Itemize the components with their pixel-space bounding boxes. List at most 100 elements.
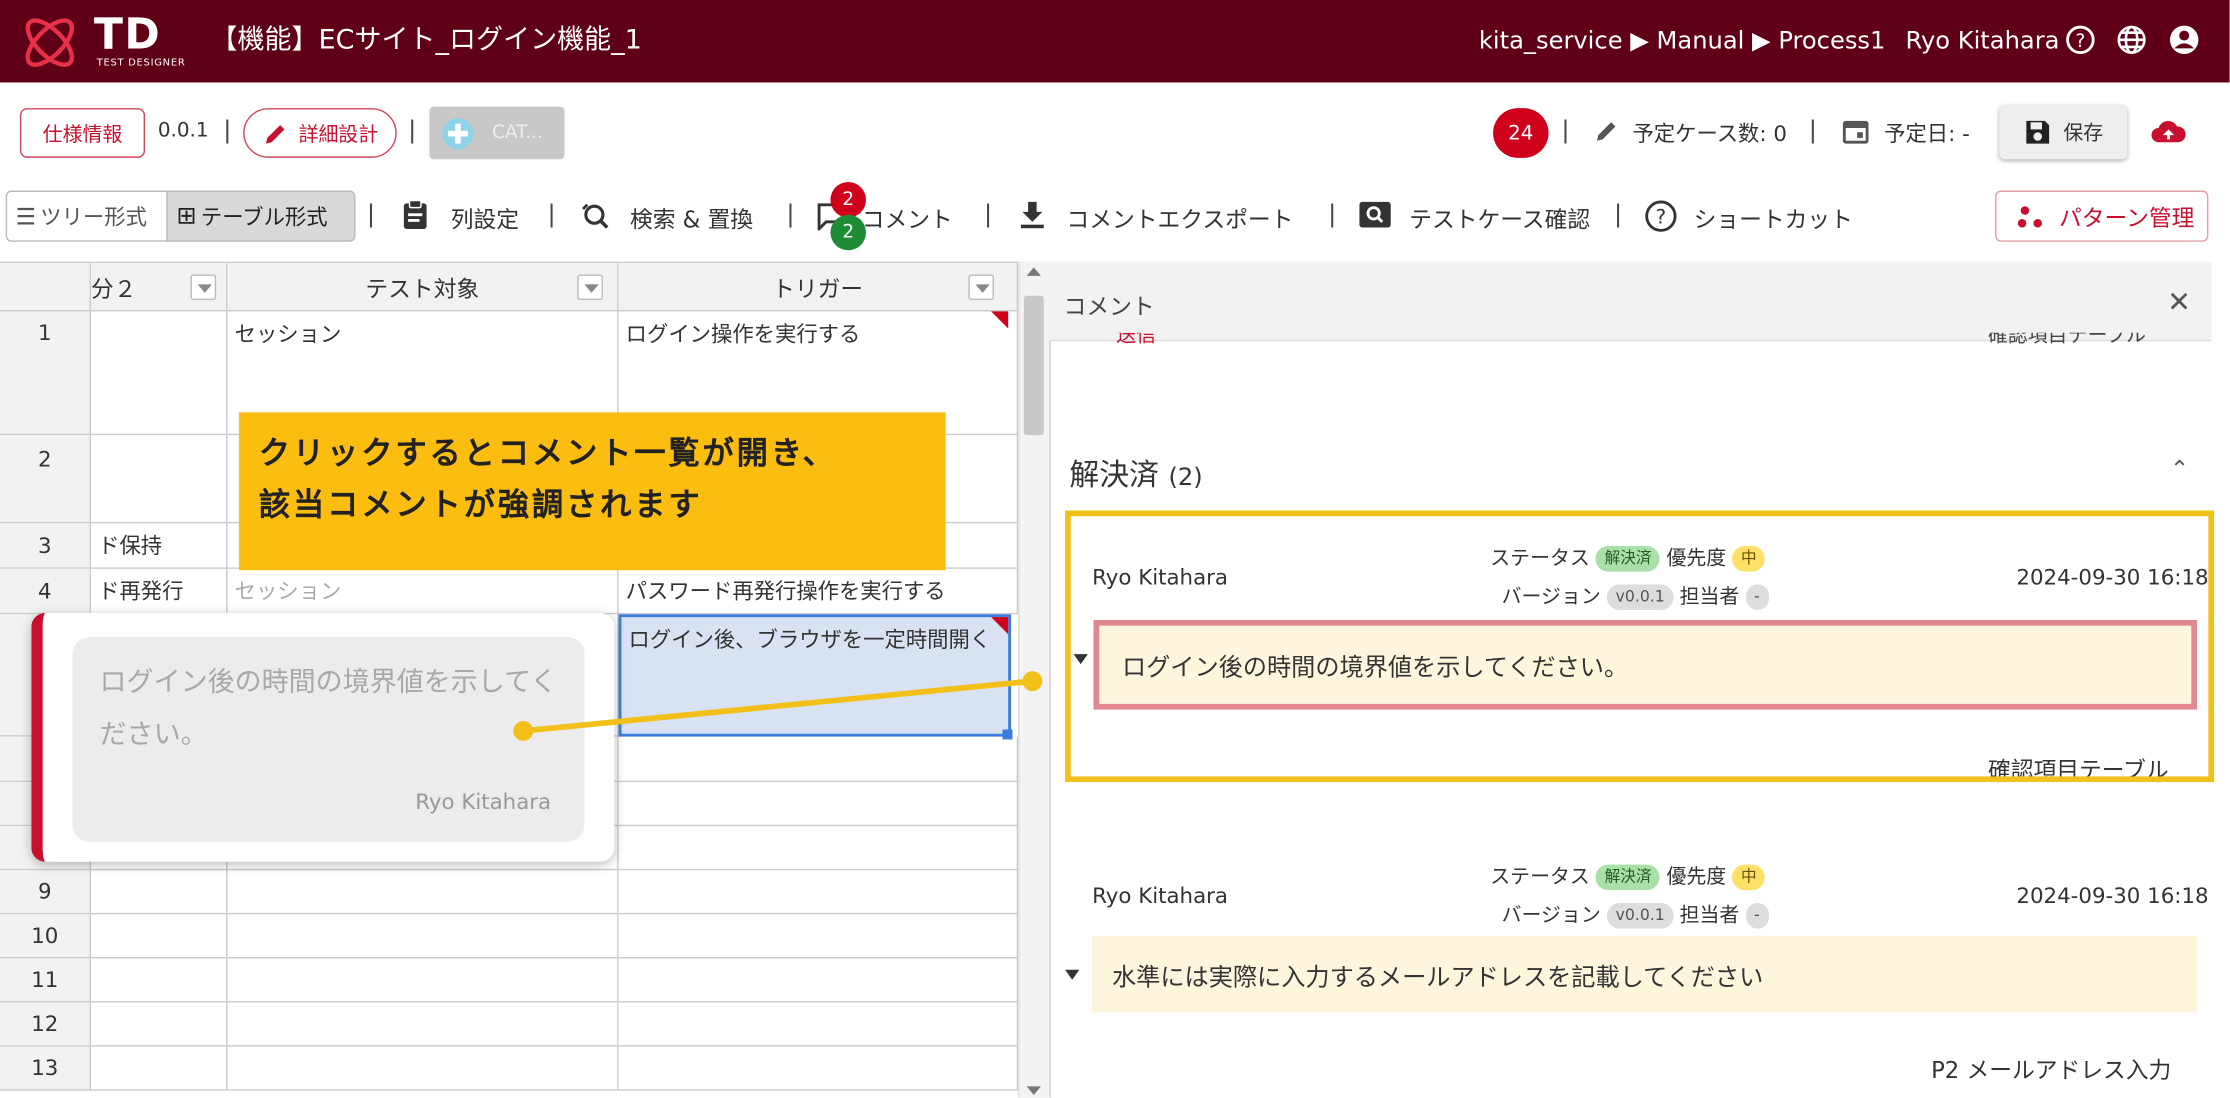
- table-cell[interactable]: [91, 1046, 228, 1091]
- column-settings-button[interactable]: 列設定: [451, 201, 519, 235]
- row-number[interactable]: 9: [0, 870, 92, 915]
- help-icon[interactable]: ?: [2063, 23, 2097, 57]
- separator: |: [984, 200, 993, 229]
- comment-button[interactable]: コメント: [862, 201, 953, 235]
- table-cell[interactable]: [618, 1046, 1019, 1091]
- callout-line: 該当コメントが強調されます: [258, 487, 703, 524]
- detail-design-label: 詳細設計: [298, 123, 379, 146]
- table-cell[interactable]: [227, 958, 619, 1003]
- table-cell[interactable]: [618, 958, 1019, 1003]
- close-icon[interactable]: ✕: [2167, 284, 2191, 318]
- table-cell[interactable]: [618, 914, 1019, 959]
- help-circle-icon: ?: [1645, 200, 1677, 232]
- list-icon: ☰: [15, 202, 37, 230]
- tree-view-label: ツリー形式: [40, 204, 147, 230]
- assignee-badge[interactable]: -: [1745, 902, 1769, 929]
- table-cell[interactable]: [618, 782, 1019, 827]
- filter-icon[interactable]: [968, 274, 994, 301]
- user-name[interactable]: Ryo Kitahara: [1905, 26, 2059, 57]
- table-cell[interactable]: パスワード再発行操作を実行する: [618, 568, 1019, 615]
- detail-design-button[interactable]: 詳細設計: [243, 108, 397, 158]
- count-badge[interactable]: 24: [1493, 108, 1549, 158]
- expand-caret-icon[interactable]: [1065, 969, 1080, 980]
- floppy-icon: [2026, 120, 2050, 144]
- status-badge[interactable]: 解決済: [1596, 864, 1661, 891]
- scroll-down-arrow-icon[interactable]: [1026, 1086, 1041, 1095]
- save-button[interactable]: 保存: [1999, 105, 2128, 160]
- table-cell[interactable]: [227, 870, 619, 915]
- filter-icon[interactable]: [577, 274, 603, 301]
- column-header[interactable]: トリガー: [618, 263, 1019, 312]
- comment-target[interactable]: P2 メールアドレス入力: [1931, 1051, 2171, 1085]
- planned-cases: 予定ケース数: 0: [1632, 120, 1787, 147]
- row-number[interactable]: 4: [0, 568, 92, 615]
- svg-text:?: ?: [1656, 205, 1667, 228]
- pattern-manage-button[interactable]: パターン管理: [1995, 190, 2209, 242]
- table-cell[interactable]: [618, 870, 1019, 915]
- callout-line: クリックするとコメント一覧が開き、: [258, 436, 837, 473]
- column-header[interactable]: 分２: [91, 263, 228, 312]
- corner-header: [0, 263, 92, 312]
- table-cell[interactable]: [618, 1002, 1019, 1047]
- separator: |: [223, 116, 232, 146]
- comment-tooltip-author: Ryo Kitahara: [415, 789, 552, 815]
- column-header-label: 分２: [91, 275, 137, 303]
- globe-icon[interactable]: [2115, 23, 2149, 57]
- pattern-icon: [2017, 206, 2042, 228]
- cloud-upload-icon[interactable]: [2150, 114, 2187, 151]
- tree-view-button[interactable]: ☰ ツリー形式: [5, 190, 168, 242]
- annotation-callout: クリックするとコメント一覧が開き、 該当コメントが強調されます: [238, 412, 946, 571]
- testcase-check-button[interactable]: テストケース確認: [1409, 201, 1590, 235]
- filter-icon[interactable]: [190, 274, 217, 301]
- logo-subtext: TEST DESIGNER: [96, 56, 186, 69]
- comment-export-button[interactable]: コメントエクスポート: [1067, 201, 1294, 235]
- section-title[interactable]: 解決済 (2): [1069, 452, 1202, 495]
- breadcrumb[interactable]: kita_service ▶ Manual ▶ Process1: [1479, 26, 1886, 57]
- table-cell[interactable]: [91, 958, 228, 1003]
- comment-body[interactable]: 水準には実際に入力するメールアドレスを記載してください: [1092, 935, 2197, 1013]
- table-cell[interactable]: ド保持: [91, 523, 228, 569]
- priority-badge[interactable]: 中: [1732, 864, 1766, 891]
- column-header[interactable]: テスト対象: [227, 263, 619, 312]
- account-icon[interactable]: [2167, 23, 2201, 57]
- table-cell[interactable]: [91, 914, 228, 959]
- app-window: TD TEST DESIGNER 【機能】ECサイト_ログイン機能_1 kita…: [0, 0, 2230, 1098]
- row-number[interactable]: 10: [0, 914, 92, 959]
- table-cell[interactable]: [227, 1046, 619, 1091]
- comment-open-badge: 2: [830, 182, 866, 218]
- spec-info-button[interactable]: 仕様情報: [19, 108, 146, 158]
- download-icon: [1020, 201, 1044, 229]
- shortcut-button[interactable]: ショートカット: [1694, 201, 1853, 235]
- table-cell[interactable]: ド再発行: [91, 568, 228, 615]
- comment-date: 2024-09-30 16:18: [2016, 883, 2209, 909]
- table-cell[interactable]: [227, 914, 619, 959]
- comment-tooltip-text: ログイン後の時間の境界値を示してください。: [99, 666, 558, 751]
- table-cell[interactable]: [91, 311, 228, 436]
- table-cell[interactable]: [91, 435, 228, 524]
- row-number[interactable]: 13: [0, 1046, 92, 1091]
- row-number[interactable]: 3: [0, 523, 92, 569]
- row-number[interactable]: 1: [0, 311, 92, 436]
- comment-marker[interactable]: [991, 617, 1009, 635]
- comment-marker[interactable]: [991, 311, 1009, 329]
- search-replace-icon: [582, 203, 609, 229]
- selected-cell[interactable]: ログイン後、ブラウザを一定時間開く: [618, 614, 1012, 737]
- table-cell[interactable]: [227, 1002, 619, 1047]
- table-cell[interactable]: [91, 1002, 228, 1047]
- scroll-up-arrow-icon[interactable]: [1026, 267, 1041, 276]
- cat-button[interactable]: CAT...: [429, 106, 565, 160]
- row-number[interactable]: 11: [0, 958, 92, 1003]
- table-cell[interactable]: [91, 870, 228, 915]
- table-cell[interactable]: [618, 826, 1019, 871]
- table-view-label: テーブル形式: [200, 204, 328, 230]
- save-label: 保存: [2063, 122, 2104, 146]
- table-cell[interactable]: セッション: [227, 568, 619, 615]
- table-view-button[interactable]: ⊞ テーブル形式: [166, 190, 356, 242]
- row-number[interactable]: 2: [0, 435, 92, 524]
- chevron-up-icon[interactable]: ⌃: [2170, 455, 2189, 482]
- status-label: ステータス: [1490, 865, 1590, 889]
- scrollbar-thumb[interactable]: [1023, 295, 1044, 436]
- row-number[interactable]: 12: [0, 1002, 92, 1047]
- search-replace-button[interactable]: 検索 & 置換: [630, 201, 753, 235]
- table-cell[interactable]: [618, 736, 1019, 783]
